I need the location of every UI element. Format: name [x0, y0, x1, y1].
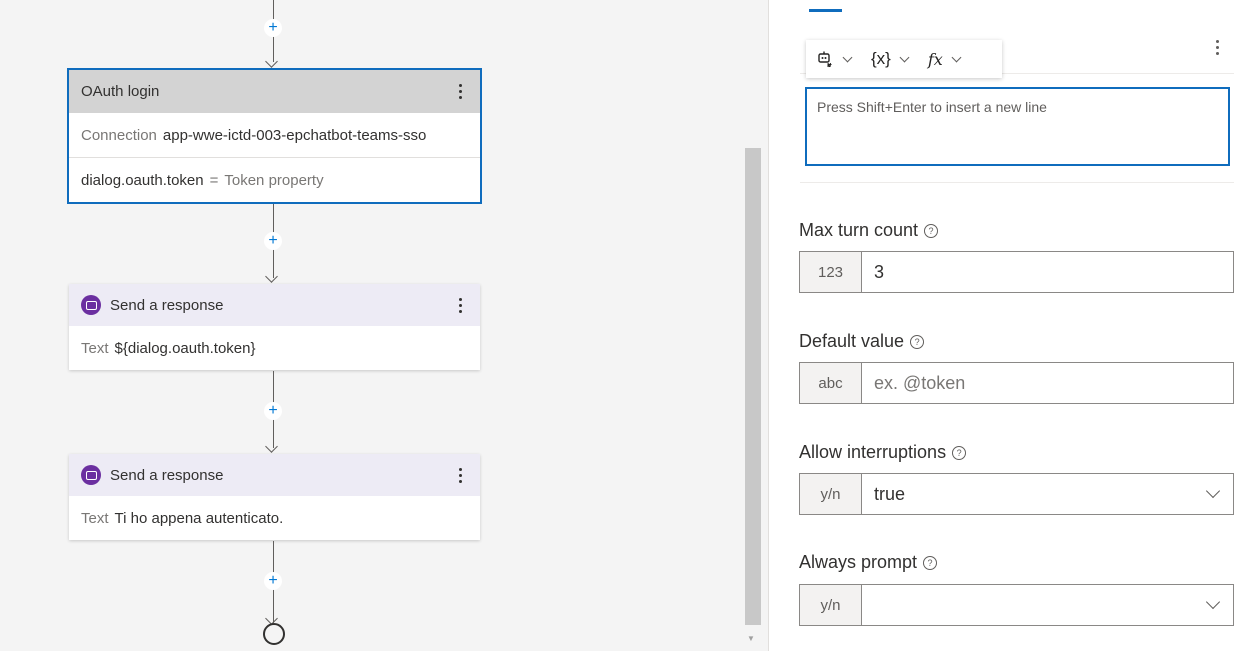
bot-message-icon — [81, 295, 101, 315]
allow-interruptions-dropdown[interactable]: y/n true — [799, 473, 1234, 515]
text-label: Text — [81, 509, 109, 527]
chevron-down-icon — [842, 52, 853, 62]
add-node-button[interactable]: + — [264, 402, 282, 420]
formula-icon: fx — [927, 49, 943, 69]
chevron-down-icon[interactable] — [1193, 585, 1233, 625]
default-value-placeholder[interactable]: ex. @token — [862, 363, 1233, 403]
token-property: Token property — [224, 171, 324, 189]
insert-formula-button[interactable]: fx — [918, 40, 970, 78]
default-value-label: Default value ? — [799, 331, 925, 352]
node-header: OAuth login — [69, 70, 480, 113]
chevron-down-icon — [951, 52, 962, 62]
connection-value: app-wwe-ictd-003-epchatbot-teams-sso — [162, 126, 427, 144]
node-title: OAuth login — [81, 83, 160, 100]
more-options-icon[interactable] — [452, 465, 468, 485]
scroll-down-arrow[interactable]: ▼ — [747, 634, 755, 643]
text-value: ${dialog.oauth.token} — [114, 339, 256, 357]
max-turn-count-field[interactable]: 123 3 — [799, 251, 1234, 293]
help-icon[interactable]: ? — [923, 555, 938, 570]
help-icon[interactable]: ? — [924, 223, 939, 238]
send-response-node[interactable]: Send a response Text Ti ho appena autent… — [69, 454, 480, 540]
variable-icon: {x} — [871, 49, 891, 68]
always-prompt-label: Always prompt ? — [799, 552, 938, 573]
connector-arrow — [265, 270, 278, 283]
field-label-text: Always prompt — [799, 552, 918, 572]
boolean-type-badge: y/n — [800, 585, 862, 625]
node-title: Send a response — [110, 296, 224, 314]
more-options-icon[interactable] — [452, 295, 468, 315]
authoring-canvas: + OAuth login Connection app-wwe-ictd-00… — [0, 0, 768, 651]
send-response-node[interactable]: Send a response Text ${dialog.oauth.toke… — [69, 284, 480, 370]
insert-toolbar: {x} fx — [806, 40, 1002, 78]
insert-variable-button[interactable]: {x} — [861, 40, 918, 78]
always-prompt-dropdown[interactable]: y/n — [799, 584, 1234, 626]
connection-row: Connection app-wwe-ictd-003-epchatbot-te… — [69, 113, 480, 157]
token-variable: dialog.oauth.token — [81, 171, 204, 189]
panel-more-options-icon[interactable] — [1209, 37, 1225, 57]
boolean-type-badge: y/n — [800, 474, 862, 514]
token-row: dialog.oauth.token = Token property — [69, 157, 480, 202]
oauth-login-node[interactable]: OAuth login Connection app-wwe-ictd-003-… — [67, 68, 482, 204]
help-icon[interactable]: ? — [910, 334, 925, 349]
token-equals: = — [209, 171, 219, 189]
max-turn-count-value[interactable]: 3 — [862, 252, 1233, 292]
active-tab-indicator — [809, 9, 842, 12]
field-label-text: Max turn count — [799, 220, 919, 240]
connector-arrow — [265, 440, 278, 453]
field-label-text: Allow interruptions — [799, 442, 947, 462]
always-prompt-value[interactable] — [862, 585, 1193, 625]
text-row: Text Ti ho appena autenticato. — [69, 496, 480, 540]
scrollbar-thumb[interactable] — [745, 148, 761, 625]
connector-arrow — [265, 55, 278, 68]
node-header: Send a response — [69, 284, 480, 326]
chevron-down-icon[interactable] — [1193, 474, 1233, 514]
divider — [800, 182, 1234, 183]
connection-label: Connection — [81, 126, 157, 144]
add-node-button[interactable]: + — [264, 232, 282, 250]
string-type-badge: abc — [800, 363, 862, 403]
prompt-placeholder: Press Shift+Enter to insert a new line — [817, 99, 1047, 115]
end-node — [263, 623, 285, 645]
bot-message-icon — [81, 465, 101, 485]
allow-interruptions-label: Allow interruptions ? — [799, 442, 967, 463]
node-header: Send a response — [69, 454, 480, 496]
insert-media-button[interactable] — [806, 40, 861, 78]
allow-interruptions-value[interactable]: true — [862, 474, 1193, 514]
text-value: Ti ho appena autenticato. — [114, 509, 284, 527]
text-row: Text ${dialog.oauth.token} — [69, 326, 480, 370]
number-type-badge: 123 — [800, 252, 862, 292]
node-title: Send a response — [110, 466, 224, 484]
media-icon — [818, 51, 832, 68]
help-icon[interactable]: ? — [952, 445, 967, 460]
text-label: Text — [81, 339, 109, 357]
add-node-button[interactable]: + — [264, 572, 282, 590]
add-node-button[interactable]: + — [264, 19, 282, 37]
default-value-field[interactable]: abc ex. @token — [799, 362, 1234, 404]
more-options-icon[interactable] — [452, 82, 468, 102]
max-turn-count-label: Max turn count ? — [799, 220, 939, 241]
prompt-text-input[interactable]: Press Shift+Enter to insert a new line — [805, 87, 1230, 166]
chevron-down-icon — [899, 52, 910, 62]
field-label-text: Default value — [799, 331, 905, 351]
